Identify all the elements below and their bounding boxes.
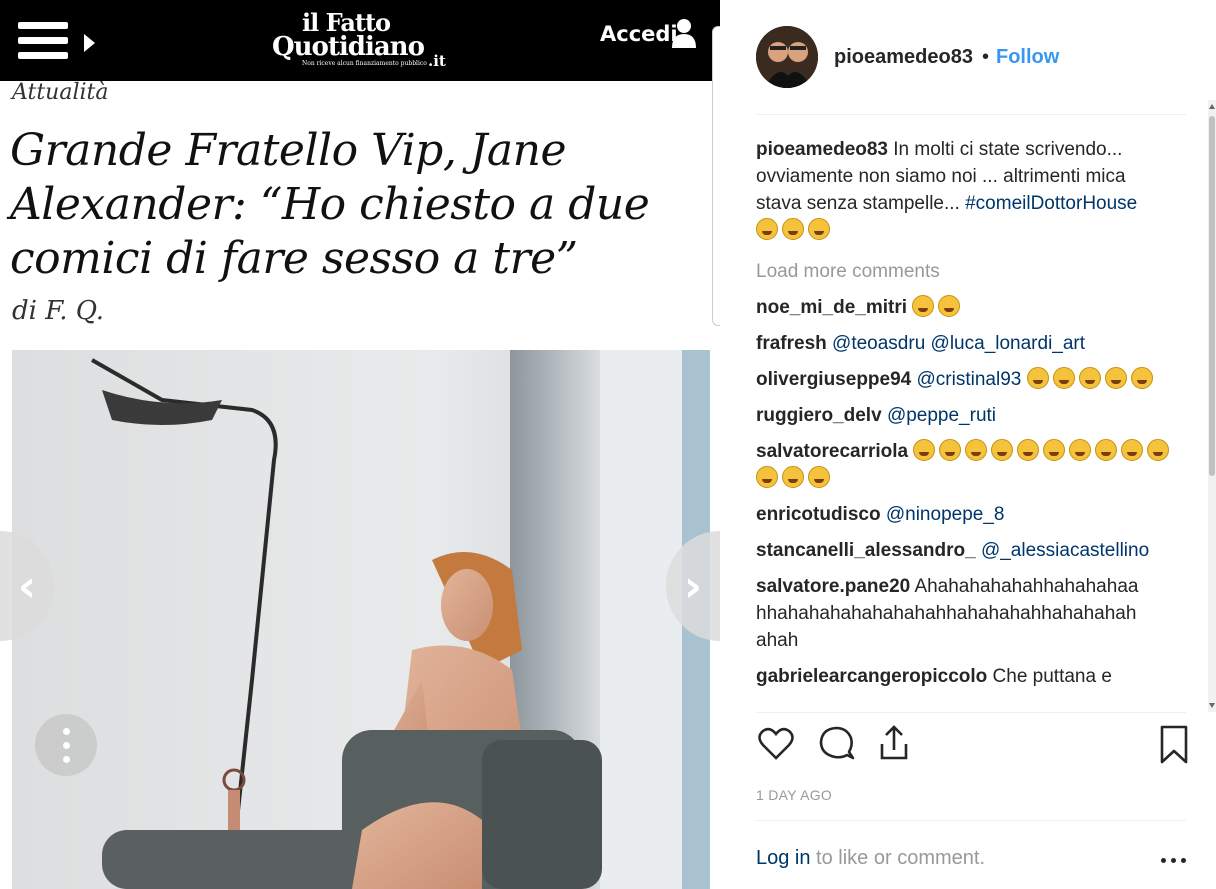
rofl-emoji-icon [1078,367,1101,389]
rofl-emoji-icon [939,439,962,461]
user-icon [672,19,696,48]
rofl-emoji-icon [756,218,778,240]
rofl-emoji-icon [1026,367,1049,389]
vertical-dots-icon[interactable] [35,714,97,776]
rofl-emoji-icon [1017,439,1040,461]
rofl-emoji-icon [756,466,778,488]
comment-username[interactable]: stancanelli_alessandro_ [756,540,976,561]
newspaper-logo: il Fatto Quotidiano .it Non riceve alcun… [272,8,462,74]
bookmark-icon[interactable] [1154,722,1194,766]
comment-rows: noe_mi_de_mitri frafresh @teoasdru @luca… [756,294,1176,690]
comment-mention[interactable]: @_alessiacastellino [981,540,1149,561]
rofl-emoji-icon [1147,439,1170,461]
heart-icon[interactable] [756,722,796,766]
post-media: il Fatto Quotidiano .it Non riceve alcun… [0,0,720,889]
caption-hashtag[interactable]: #comeilDottorHouse [965,193,1137,214]
comment-mention[interactable]: @teoasdru [832,333,925,354]
comment-item: salvatorecarriola [756,438,1176,492]
rofl-emoji-icon [782,218,804,240]
comment-mention[interactable]: @cristinal93 [917,369,1022,390]
article-section: Attualità [12,80,109,105]
scroll-down-icon[interactable] [1209,703,1215,708]
article-scrollbar-edge [712,26,720,326]
menu-arrow-icon [84,34,95,52]
rofl-emoji-icon [1069,439,1092,461]
comment-username[interactable]: salvatore.pane20 [756,576,910,597]
comments-list: pioeamedeo83 In molti ci state scrivendo… [756,136,1176,708]
comment-username[interactable]: ruggiero_delv [756,405,882,426]
rofl-emoji-icon [912,295,935,317]
rofl-emoji-icon [808,466,830,488]
post-caption: pioeamedeo83 In molti ci state scrivendo… [756,136,1176,244]
comment-item: enricotudisco @ninopepe_8 [756,501,1176,528]
instagram-post-page: il Fatto Quotidiano .it Non riceve alcun… [0,0,1216,889]
comment-username[interactable]: salvatorecarriola [756,441,908,462]
login-prompt: Log in to like or comment. [756,847,985,870]
separator-dot: • [982,46,990,68]
newspaper-header: il Fatto Quotidiano .it Non riceve alcun… [0,0,720,81]
action-bar [756,722,1188,770]
comment-item: frafresh @teoasdru @luca_lonardi_art [756,330,1176,357]
comment-username[interactable]: gabrielearcangeropiccolo [756,666,987,687]
logo-tagline: Non riceve alcun finanziamento pubblico [302,60,427,67]
rofl-emoji-icon [1052,367,1075,389]
rofl-emoji-icon [938,295,961,317]
avatar[interactable] [756,26,818,88]
rofl-emoji-icon [965,439,988,461]
scroll-up-icon[interactable] [1209,104,1215,109]
menu-icon [18,22,68,60]
logo-line2: Quotidiano [272,32,425,62]
post-username[interactable]: pioeamedeo83 [834,46,973,69]
load-more-comments-button[interactable]: Load more comments [756,258,1176,285]
comment-text: Che puttana e [992,666,1112,687]
article-byline: di F. Q. [12,296,105,326]
article-headline: Grande Fratello Vip, Jane Alexander: “Ho… [10,125,650,284]
comment-mention[interactable]: @peppe_ruti [887,405,996,426]
comment-item: salvatore.pane20 Ahahahahahahhahahahaa h… [756,573,1176,654]
comment-item: stancanelli_alessandro_ @_alessiacastell… [756,537,1176,564]
rofl-emoji-icon [991,439,1014,461]
logo-tld: .it [428,52,446,70]
rofl-emoji-icon [1130,367,1153,389]
follow-button[interactable]: Follow [996,46,1059,69]
comment-mention[interactable]: @luca_lonardi_art [931,333,1086,354]
comment-item: noe_mi_de_mitri [756,294,1176,321]
rofl-emoji-icon [1104,367,1127,389]
comment-username[interactable]: enricotudisco [756,504,881,525]
comment-username[interactable]: noe_mi_de_mitri [756,297,907,318]
article-photo [12,350,710,889]
scrollbar-thumb[interactable] [1209,116,1215,476]
accedi-label: Accedi [600,22,678,46]
rofl-emoji-icon [1043,439,1066,461]
rofl-emoji-icon [913,439,936,461]
comment-item: ruggiero_delv @peppe_ruti [756,402,1176,429]
footer-divider [756,820,1186,821]
share-icon[interactable] [874,722,914,766]
rofl-emoji-icon [1121,439,1144,461]
comment-item: olivergiuseppe94 @cristinal93 [756,366,1176,393]
comment-username[interactable]: olivergiuseppe94 [756,369,911,390]
post-sidebar: pioeamedeo83 • Follow pioeamedeo83 In mo… [720,0,1216,889]
comment-item: gabrielearcangeropiccolo Che puttana e [756,663,1176,690]
rofl-emoji-icon [782,466,804,488]
comment-username[interactable]: frafresh [756,333,827,354]
header-divider [756,114,1186,115]
comments-scrollbar[interactable] [1208,100,1216,712]
more-options-icon[interactable] [1160,850,1188,870]
login-prompt-text: to like or comment. [810,847,986,869]
comment-icon[interactable] [816,722,856,766]
rofl-emoji-icon [1095,439,1118,461]
login-link[interactable]: Log in [756,847,811,869]
caption-username[interactable]: pioeamedeo83 [756,139,888,160]
caption-emojis [756,217,1176,244]
post-header: pioeamedeo83 • Follow [756,24,1188,90]
comment-mention[interactable]: @ninopepe_8 [886,504,1005,525]
actions-divider [756,712,1186,713]
post-date: 1 DAY AGO [756,787,833,803]
rofl-emoji-icon [808,218,830,240]
